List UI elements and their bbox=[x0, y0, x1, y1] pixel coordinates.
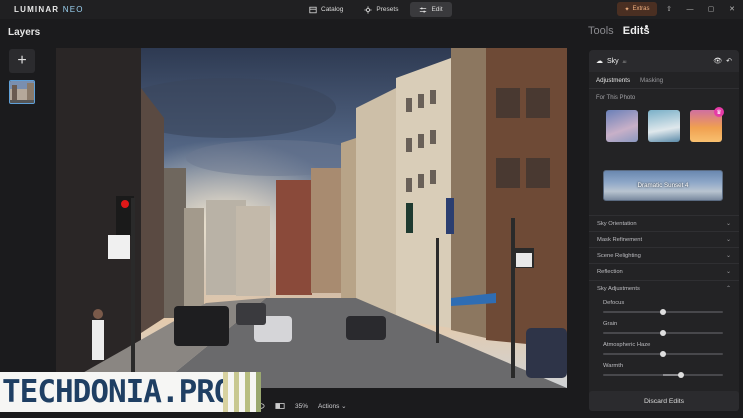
chevron-down-icon: ⌄ bbox=[725, 253, 731, 259]
extras-icon: ✦ bbox=[624, 6, 630, 13]
sky-suggestion-2[interactable] bbox=[648, 110, 680, 142]
tab-presets-label: Presets bbox=[376, 6, 399, 13]
close-icon[interactable]: ✕ bbox=[727, 4, 737, 14]
slider-grain[interactable]: Grain bbox=[603, 321, 723, 336]
watermark-stripes bbox=[223, 372, 261, 412]
section-label: Mask Refinement bbox=[597, 236, 643, 243]
sky-tool-title: Sky bbox=[607, 57, 619, 65]
actions-menu[interactable]: Actions ⌄ bbox=[318, 402, 347, 410]
slider-knob[interactable] bbox=[660, 330, 666, 336]
sky-suggestions: ♛ bbox=[589, 101, 739, 142]
share-icon[interactable]: ⇧ bbox=[664, 4, 674, 14]
section-label: Sky Orientation bbox=[597, 220, 637, 227]
sky-tool-header[interactable]: ☁ Sky AI 👁︎ ↶ bbox=[589, 50, 739, 72]
section-label: Scene Relighting bbox=[597, 252, 641, 259]
section-label: Reflection bbox=[597, 268, 623, 275]
chevron-down-icon: ⌄ bbox=[725, 221, 731, 227]
bottom-toolbar: 35% Actions ⌄ bbox=[255, 399, 347, 413]
discard-edits-button[interactable]: Discard Edits bbox=[589, 391, 739, 411]
section-reflection[interactable]: Reflection ⌄ bbox=[589, 263, 739, 279]
photo-canvas[interactable] bbox=[56, 48, 567, 388]
watermark: TECHDONIA.PRO bbox=[0, 372, 261, 412]
slider-warmth[interactable]: Warmth bbox=[603, 363, 723, 378]
maximize-icon[interactable]: ▢ bbox=[706, 4, 716, 14]
selected-sky-name: Dramatic Sunset 4 bbox=[637, 182, 689, 189]
slider-knob[interactable] bbox=[660, 351, 666, 357]
tab-edit-label: Edit bbox=[431, 6, 443, 13]
extras-label: Extras bbox=[632, 6, 650, 12]
sky-suggestion-1[interactable] bbox=[606, 110, 638, 142]
ai-badge: AI bbox=[622, 58, 627, 64]
panel-tabs: Tools Edits bbox=[588, 25, 650, 37]
sky-subtabs: Adjustments Masking bbox=[589, 72, 739, 89]
layers-title: Layers bbox=[8, 27, 41, 38]
compare-icon[interactable] bbox=[275, 402, 285, 410]
chevron-down-icon: ⌄ bbox=[341, 403, 347, 410]
section-scene-relighting[interactable]: Scene Relighting ⌄ bbox=[589, 247, 739, 263]
tab-edit[interactable]: Edit bbox=[410, 2, 452, 17]
title-bar: LUMINAR NEO Catalog Presets Edit ✦ Extra… bbox=[0, 0, 743, 19]
crown-icon: ♛ bbox=[714, 107, 724, 117]
slider-label: Warmth bbox=[603, 363, 624, 369]
section-label: Sky Adjustments bbox=[597, 285, 640, 292]
eye-icon[interactable]: 👁︎ bbox=[713, 57, 722, 65]
subtab-adjustments[interactable]: Adjustments bbox=[596, 77, 630, 84]
tab-tools[interactable]: Tools bbox=[588, 25, 614, 37]
selected-sky-preview[interactable]: Dramatic Sunset 4 bbox=[603, 170, 723, 201]
top-nav: Catalog Presets Edit bbox=[300, 2, 452, 17]
slider-knob[interactable] bbox=[678, 372, 684, 378]
actions-label: Actions bbox=[318, 403, 340, 410]
slider-defocus[interactable]: Defocus bbox=[603, 300, 723, 315]
chevron-down-icon: ⌄ bbox=[725, 269, 731, 275]
app-logo-neo: NEO bbox=[62, 5, 84, 14]
reset-icon[interactable]: ↶ bbox=[726, 57, 732, 65]
cloud-icon: ☁ bbox=[596, 58, 603, 65]
sky-tool-panel: ☁ Sky AI 👁︎ ↶ Adjustments Masking For Th… bbox=[589, 50, 739, 410]
section-sky-adjustments[interactable]: Sky Adjustments ⌃ bbox=[589, 280, 739, 296]
sky-suggestion-3[interactable]: ♛ bbox=[690, 107, 724, 142]
street-photo bbox=[56, 48, 567, 388]
tab-presets[interactable]: Presets bbox=[355, 2, 407, 17]
edits-indicator-dot bbox=[645, 25, 648, 28]
catalog-icon bbox=[309, 6, 317, 13]
extras-button[interactable]: ✦ Extras bbox=[617, 2, 657, 16]
tab-catalog[interactable]: Catalog bbox=[300, 2, 352, 17]
slider-atmospheric-haze[interactable]: Atmospheric Haze bbox=[603, 342, 723, 357]
minimize-icon[interactable]: — bbox=[685, 4, 695, 14]
tab-catalog-label: Catalog bbox=[321, 6, 344, 13]
section-sky-orientation[interactable]: Sky Orientation ⌄ bbox=[589, 215, 739, 231]
app-logo: LUMINAR NEO bbox=[14, 5, 84, 14]
chevron-up-icon: ⌃ bbox=[725, 286, 731, 292]
layer-thumbnail[interactable] bbox=[9, 80, 35, 104]
section-mask-refinement[interactable]: Mask Refinement ⌄ bbox=[589, 231, 739, 247]
slider-label: Defocus bbox=[603, 300, 625, 306]
watermark-text: TECHDONIA.PRO bbox=[2, 374, 233, 410]
layer-thumbnail-image bbox=[10, 81, 34, 103]
subtab-masking[interactable]: Masking bbox=[640, 77, 663, 84]
for-this-photo-label: For This Photo bbox=[596, 95, 636, 101]
edit-icon bbox=[420, 6, 427, 13]
app-logo-text: LUMINAR bbox=[14, 5, 60, 14]
add-layer-button[interactable]: + bbox=[9, 49, 35, 73]
slider-label: Grain bbox=[603, 321, 618, 327]
zoom-level[interactable]: 35% bbox=[295, 403, 308, 410]
slider-knob[interactable] bbox=[660, 309, 666, 315]
slider-label: Atmospheric Haze bbox=[603, 342, 651, 348]
presets-icon bbox=[364, 5, 373, 14]
chevron-down-icon: ⌄ bbox=[725, 237, 731, 243]
